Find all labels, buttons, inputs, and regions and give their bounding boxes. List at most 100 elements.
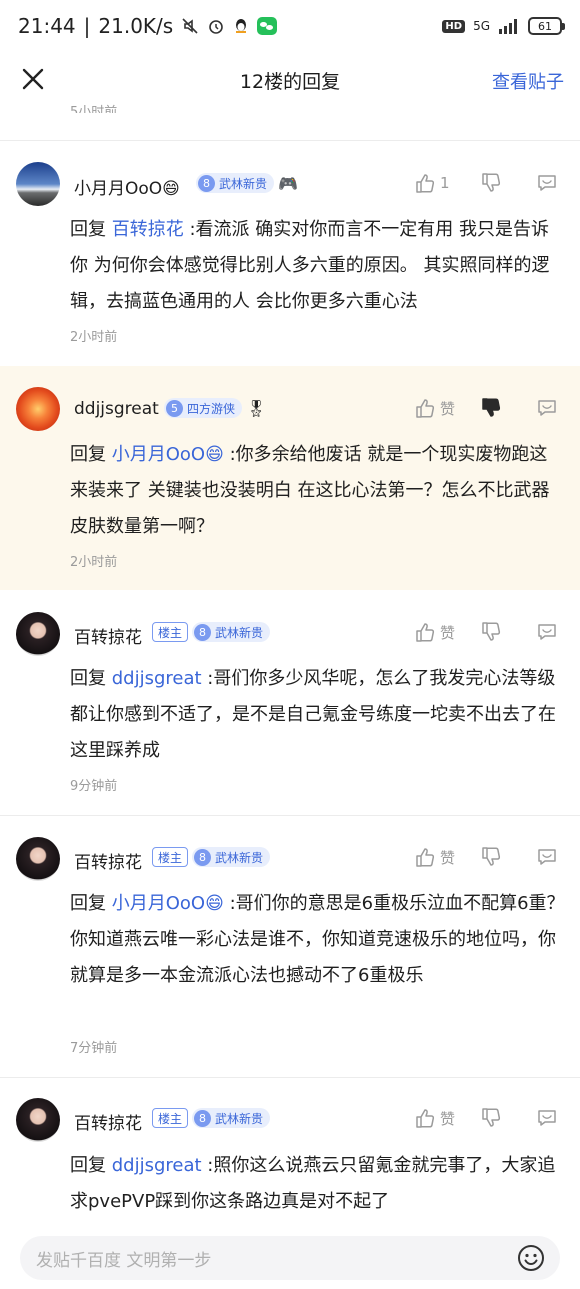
avatar[interactable]: [16, 1098, 60, 1142]
mention-link[interactable]: 小月月OoO😄: [112, 893, 224, 914]
thumb-up-icon: [416, 1109, 435, 1128]
comment-icon: [538, 849, 556, 865]
mention-link[interactable]: 百转掠花: [112, 219, 184, 240]
thumb-down-icon: [482, 622, 501, 641]
op-badge: 楼主: [152, 847, 189, 867]
username[interactable]: 百转掠花: [74, 848, 142, 873]
level-badge: 5 四方游侠: [164, 398, 243, 418]
thumb-up-icon: [416, 399, 435, 418]
op-badge: 楼主: [152, 1108, 189, 1128]
dislike-button[interactable]: [480, 846, 536, 868]
reply-actions: 赞: [414, 621, 562, 643]
like-button[interactable]: 赞: [414, 621, 474, 643]
network-type: 5G: [473, 19, 490, 33]
dislike-button[interactable]: [480, 621, 536, 643]
thumb-up-icon: [416, 174, 435, 193]
like-button[interactable]: 1: [414, 172, 474, 194]
like-button[interactable]: 赞: [414, 846, 474, 868]
username[interactable]: 百转掠花: [74, 1109, 142, 1134]
battery-icon: 61: [528, 17, 565, 35]
thumb-up-icon: [416, 848, 435, 867]
reply-comment-button[interactable]: [536, 172, 562, 194]
like-count: 1: [440, 174, 450, 192]
avatar[interactable]: [16, 387, 60, 431]
like-button[interactable]: 赞: [414, 397, 474, 419]
dislike-button[interactable]: [480, 172, 536, 194]
dislike-button[interactable]: [480, 397, 536, 419]
view-post-link[interactable]: 查看贴子: [492, 68, 564, 94]
avatar[interactable]: [16, 612, 60, 656]
like-label: 赞: [440, 623, 456, 642]
reply-actions: 赞: [414, 846, 562, 868]
reply-time: 2小时前: [70, 330, 118, 345]
mention-link[interactable]: ddjjsgreat: [112, 668, 202, 689]
reply-actions: 赞: [414, 1107, 562, 1129]
reply-item: 百转掠花 楼主 8 武林新贵 赞 回复 小月月OoO😄 :哥们你的意思是6重极乐泣…: [0, 816, 580, 1077]
reply-input[interactable]: 发贴千百度 文明第一步: [20, 1236, 560, 1280]
reply-content: 回复 小月月OoO😄 :哥们你的意思是6重极乐泣血不配算6重？你知道燕云唯一彩心…: [70, 893, 565, 986]
reply-time: 9分钟前: [70, 779, 118, 794]
comment-icon: [538, 400, 556, 416]
game-badge-icon: 🎮: [278, 173, 298, 193]
reply-input-placeholder: 发贴千百度 文明第一步: [36, 1250, 212, 1271]
username[interactable]: 小月月OoO😄: [74, 174, 180, 199]
reply-item: 小月月OoO😄 8 武林新贵 🎮 1 回复 百转掠花 :看流派 确实对你而言不一定…: [0, 141, 580, 366]
thumb-down-icon: [482, 1108, 501, 1127]
hd-badge: HD: [442, 19, 466, 33]
op-badge: 楼主: [152, 622, 189, 642]
badge-row: 8 武林新贵 🎮: [196, 173, 298, 193]
level-badge: 8 武林新贵: [192, 622, 271, 642]
alarm-icon: [207, 17, 225, 35]
emoji-icon[interactable]: [516, 1243, 546, 1273]
reply-content: 回复 小月月OoO😄 :你多余给他废话 就是一个现实废物跑这来装来了 关键装也没…: [70, 444, 550, 537]
thumb-up-icon: [416, 623, 435, 642]
reply-content: 回复 百转掠花 :看流派 确实对你而言不一定有用 我只是告诉你 为何你会体感觉得…: [70, 219, 550, 312]
like-label: 赞: [440, 399, 456, 418]
reply-comment-button[interactable]: [536, 621, 562, 643]
header: 12楼的回复 查看贴子: [0, 52, 580, 108]
thumb-down-icon: [482, 173, 501, 192]
reply-comment-button[interactable]: [536, 1107, 562, 1129]
reply-time: 7分钟前: [70, 1041, 118, 1056]
reply-time: 2小时前: [70, 555, 118, 570]
comment-icon: [538, 1110, 556, 1126]
mention-link[interactable]: ddjjsgreat: [112, 1155, 202, 1176]
avatar[interactable]: [16, 162, 60, 206]
comment-icon: [538, 624, 556, 640]
badge-row: 楼主 8 武林新贵: [152, 847, 271, 867]
reply-comment-button[interactable]: [536, 397, 562, 419]
username[interactable]: 百转掠花: [74, 623, 142, 648]
reply-item: 百转掠花 楼主 8 武林新贵 赞 回复 ddjjsgreat :哥们你多少风华呢，…: [0, 590, 580, 815]
reply-item: 百转掠花 楼主 8 武林新贵 赞 回复 ddjjsgreat :照你这么说燕云只留…: [0, 1078, 580, 1226]
mention-link[interactable]: 小月月OoO😄: [112, 444, 224, 465]
reply-actions: 1: [414, 172, 562, 194]
like-label: 赞: [440, 1109, 456, 1128]
qq-icon: [233, 17, 249, 35]
username[interactable]: ddjjsgreat: [74, 399, 159, 419]
like-button[interactable]: 赞: [414, 1107, 474, 1129]
reply-content: 回复 ddjjsgreat :哥们你多少风华呢，怎么了我发完心法等级都让你感到不…: [70, 668, 556, 761]
previous-reply-time: 5小时前: [70, 105, 118, 113]
reply-comment-button[interactable]: [536, 846, 562, 868]
network-speed: 21.0K/s: [98, 14, 174, 38]
reply-content: 回复 ddjjsgreat :照你这么说燕云只留氪金就完事了，大家追求pvePV…: [70, 1155, 556, 1212]
level-badge: 8 武林新贵: [196, 173, 275, 193]
thumb-down-filled-icon: [482, 398, 501, 417]
medal-icon: 🎖: [246, 398, 267, 418]
dislike-button[interactable]: [480, 1107, 536, 1129]
thumb-down-icon: [482, 847, 501, 866]
status-separator: |: [83, 14, 91, 38]
reply-actions: 赞: [414, 397, 562, 419]
clock: 21:44: [18, 14, 76, 38]
badge-row: 楼主 8 武林新贵: [152, 1108, 271, 1128]
badge-row: 楼主 8 武林新贵: [152, 622, 271, 642]
like-label: 赞: [440, 848, 456, 867]
signal-icon: [498, 18, 520, 34]
mute-icon: [181, 17, 199, 35]
badge-row: 5 四方游侠 🎖: [164, 398, 266, 418]
wechat-icon: [257, 17, 278, 35]
avatar[interactable]: [16, 837, 60, 881]
comment-icon: [538, 175, 556, 191]
level-badge: 8 武林新贵: [192, 1108, 271, 1128]
reply-item: ddjjsgreat 5 四方游侠 🎖 赞 回复 小月月OoO😄 :你多余给他废话…: [0, 366, 580, 590]
